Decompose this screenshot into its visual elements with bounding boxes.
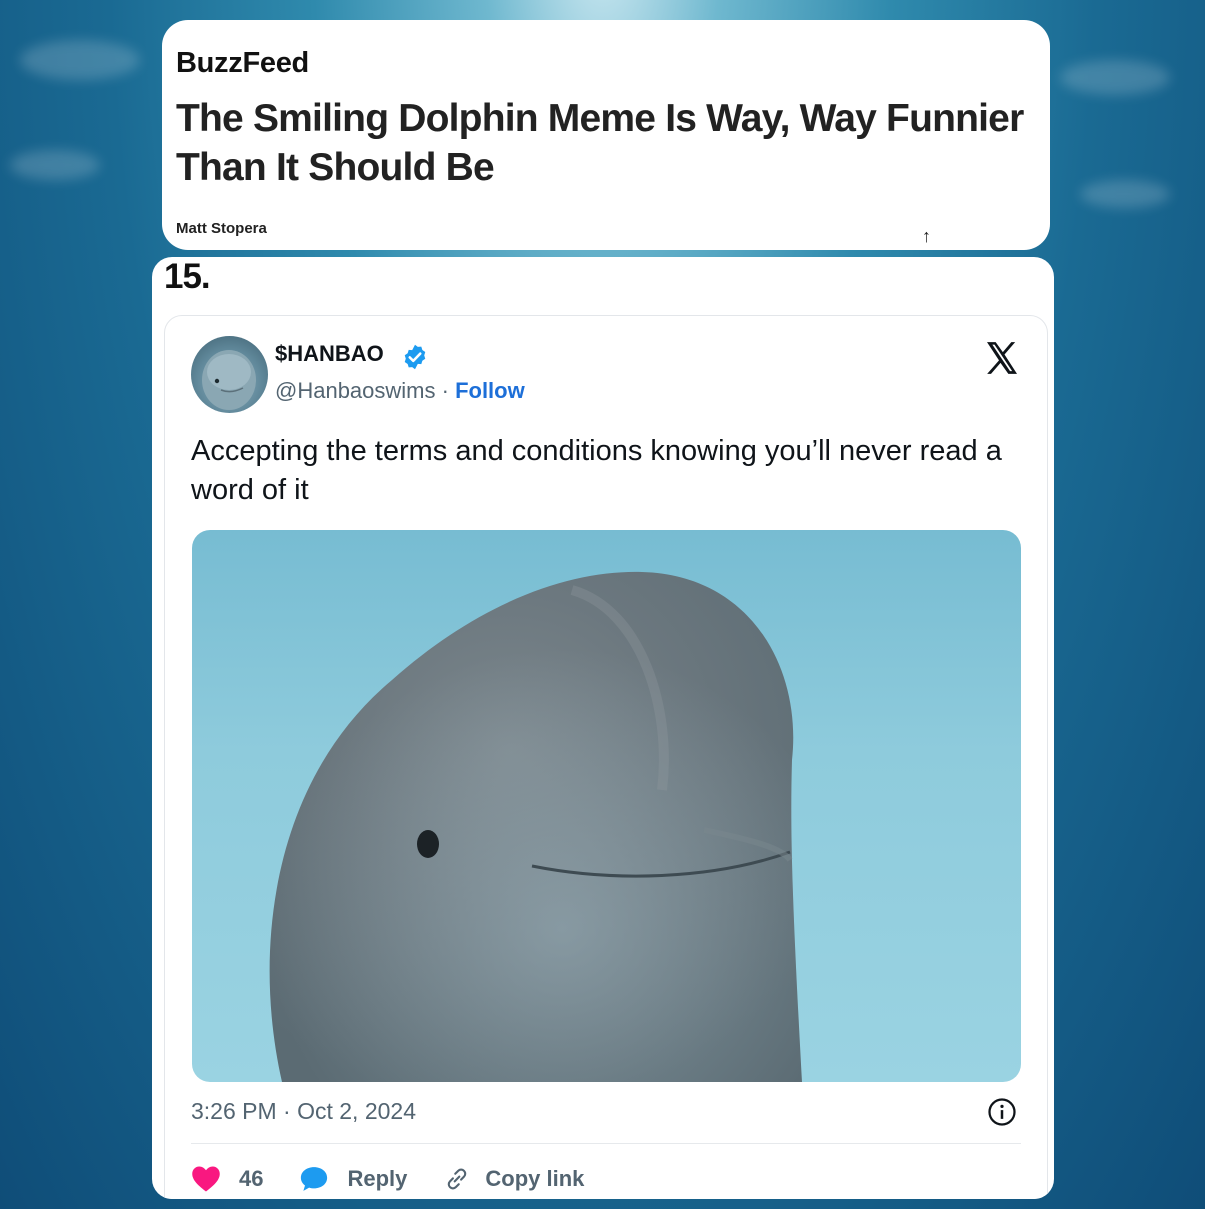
article-header-card: BuzzFeed The Smiling Dolphin Meme Is Way…	[162, 20, 1050, 250]
copy-link-button[interactable]: Copy link	[443, 1165, 584, 1193]
handle-row: @Hanbaoswims · Follow	[275, 378, 525, 404]
speech-bubble-icon	[301, 1167, 328, 1191]
reply-button[interactable]: Reply	[299, 1165, 407, 1193]
tweet-timestamp[interactable]: 3:26 PM · Oct 2, 2024	[191, 1098, 416, 1125]
article-author[interactable]: Matt Stopera	[176, 220, 267, 237]
item-number: 15.	[164, 257, 211, 296]
verified-badge-icon	[404, 344, 426, 370]
divider	[191, 1143, 1021, 1144]
tweet-media[interactable]	[192, 530, 1021, 1082]
x-logo-icon[interactable]	[982, 338, 1022, 378]
info-icon[interactable]	[987, 1097, 1017, 1127]
article-headline[interactable]: The Smiling Dolphin Meme Is Way, Way Fun…	[176, 94, 1048, 192]
tweet-text: Accepting the terms and conditions knowi…	[191, 435, 1002, 506]
like-button[interactable]: 46	[191, 1165, 263, 1193]
share-icon[interactable]: ↑	[922, 226, 931, 247]
copy-link-label: Copy link	[485, 1166, 585, 1191]
reply-label: Reply	[347, 1166, 408, 1191]
embedded-tweet: $HANBAO @Hanbaoswims · Follow Accepting …	[164, 315, 1048, 1199]
handle[interactable]: @Hanbaoswims	[275, 378, 436, 403]
light-ripple	[20, 40, 140, 80]
display-name[interactable]: $HANBAO	[275, 341, 384, 367]
link-icon	[448, 1168, 467, 1190]
follow-button[interactable]: Follow	[455, 378, 525, 403]
light-ripple	[10, 150, 100, 180]
light-ripple	[1060, 60, 1170, 95]
handle-separator: ·	[435, 378, 456, 403]
avatar[interactable]	[191, 336, 268, 413]
avatar-beluga-image	[202, 350, 256, 410]
light-ripple	[1080, 180, 1170, 208]
beluga-photo	[269, 571, 802, 1082]
like-count: 46	[239, 1166, 264, 1191]
list-item-card: 15. $HANBAO @Hanbaoswims · Follow Accept…	[152, 257, 1054, 1199]
publisher-logo: BuzzFeed	[176, 47, 309, 79]
heart-icon	[192, 1166, 220, 1192]
tweet-actions: 46 Reply Copy link	[191, 1162, 620, 1196]
